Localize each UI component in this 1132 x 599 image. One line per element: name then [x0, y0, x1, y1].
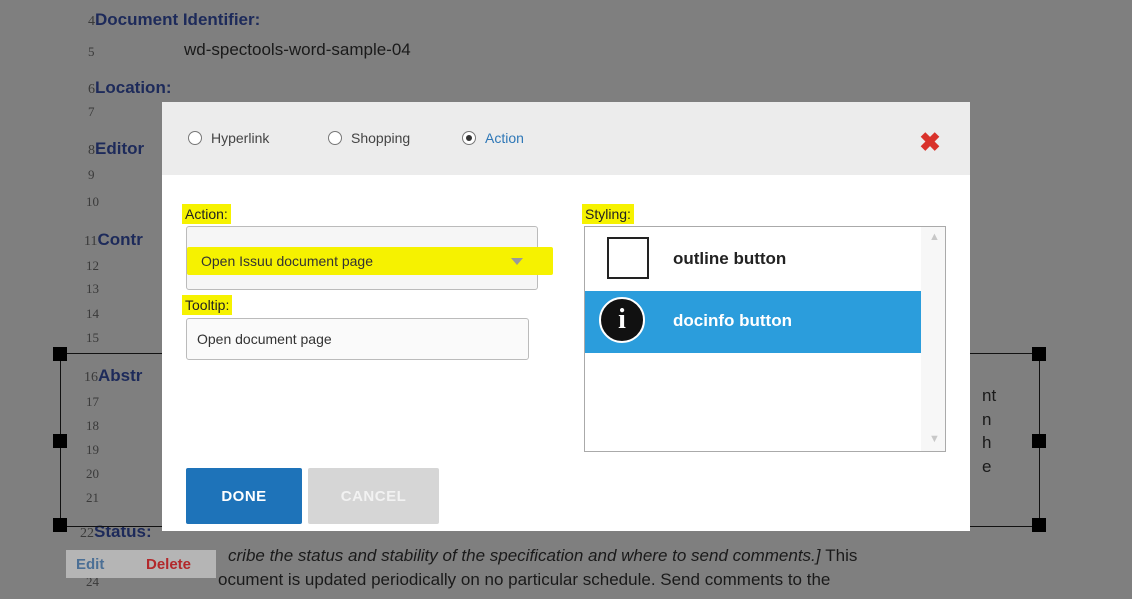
line-number: 13 [86, 281, 99, 296]
line-number: 10 [86, 194, 99, 209]
dialog-header: Hyperlink Shopping Action ✖ [162, 102, 970, 175]
done-button[interactable]: DONE [186, 468, 302, 524]
outline-square-icon [607, 237, 649, 279]
style-option-label: outline button [673, 249, 787, 268]
section-heading: 6Location: [88, 78, 172, 97]
style-option-label: docinfo button [673, 311, 792, 330]
edit-button[interactable]: Edit [76, 556, 104, 573]
identifier-value: wd-spectools-word-sample-04 [184, 40, 411, 59]
cancel-button[interactable]: CANCEL [308, 468, 439, 524]
style-option-outline[interactable]: outline button [585, 229, 921, 291]
radio-label: Hyperlink [211, 130, 270, 146]
line-number: 12 [86, 258, 99, 273]
section-heading: 11Contr [84, 230, 143, 249]
scrollbar[interactable]: ▲ ▼ [921, 227, 945, 451]
resize-handle[interactable] [1032, 518, 1046, 532]
line-number: 9 [88, 167, 95, 182]
chevron-down-icon [511, 258, 523, 265]
status-text: ocument is updated periodically on no pa… [218, 570, 831, 589]
radio-hyperlink[interactable]: Hyperlink [188, 130, 269, 146]
radio-action[interactable]: Action [462, 130, 524, 146]
action-select[interactable]: Open Issuu document page [186, 226, 553, 290]
tooltip-label: Tooltip: [182, 295, 233, 315]
resize-handle[interactable] [53, 518, 67, 532]
resize-handle[interactable] [1032, 434, 1046, 448]
resize-handle[interactable] [53, 347, 67, 361]
styling-label: Styling: [582, 204, 634, 224]
radio-selected-icon[interactable] [462, 131, 476, 145]
delete-button[interactable]: Delete [146, 556, 191, 573]
radio-shopping[interactable]: Shopping [328, 130, 410, 146]
line-number: 7 [88, 104, 95, 119]
status-text: cribe the status and stability of the sp… [228, 546, 858, 565]
scroll-up-icon[interactable]: ▲ [929, 231, 940, 243]
resize-handle[interactable] [1032, 347, 1046, 361]
style-option-docinfo[interactable]: i docinfo button [585, 291, 921, 353]
radio-label: Shopping [351, 130, 411, 146]
action-select-value: Open Issuu document page [201, 253, 374, 269]
resize-handle[interactable] [53, 434, 67, 448]
line-number: 14 [86, 306, 99, 321]
section-heading: 4Document Identifier: [88, 10, 261, 29]
styling-list[interactable]: outline button i docinfo button ▲ ▼ [584, 226, 946, 452]
section-heading: 8Editor [88, 139, 145, 158]
close-x-icon[interactable]: ✖ [918, 129, 942, 155]
action-label: Action: [182, 204, 231, 224]
scroll-down-icon[interactable]: ▼ [929, 433, 940, 445]
line-number: 15 [86, 330, 99, 345]
link-dialog: Hyperlink Shopping Action ✖ Action: Open… [162, 102, 970, 531]
line-number: 5 [88, 44, 95, 59]
tooltip-input-value: Open document page [197, 331, 332, 347]
radio-icon[interactable] [188, 131, 202, 145]
info-circle-icon: i [599, 297, 645, 343]
radio-label: Action [485, 130, 524, 146]
tooltip-input[interactable]: Open document page [186, 318, 529, 360]
edit-toolbar: Edit Delete [66, 550, 216, 578]
radio-icon[interactable] [328, 131, 342, 145]
